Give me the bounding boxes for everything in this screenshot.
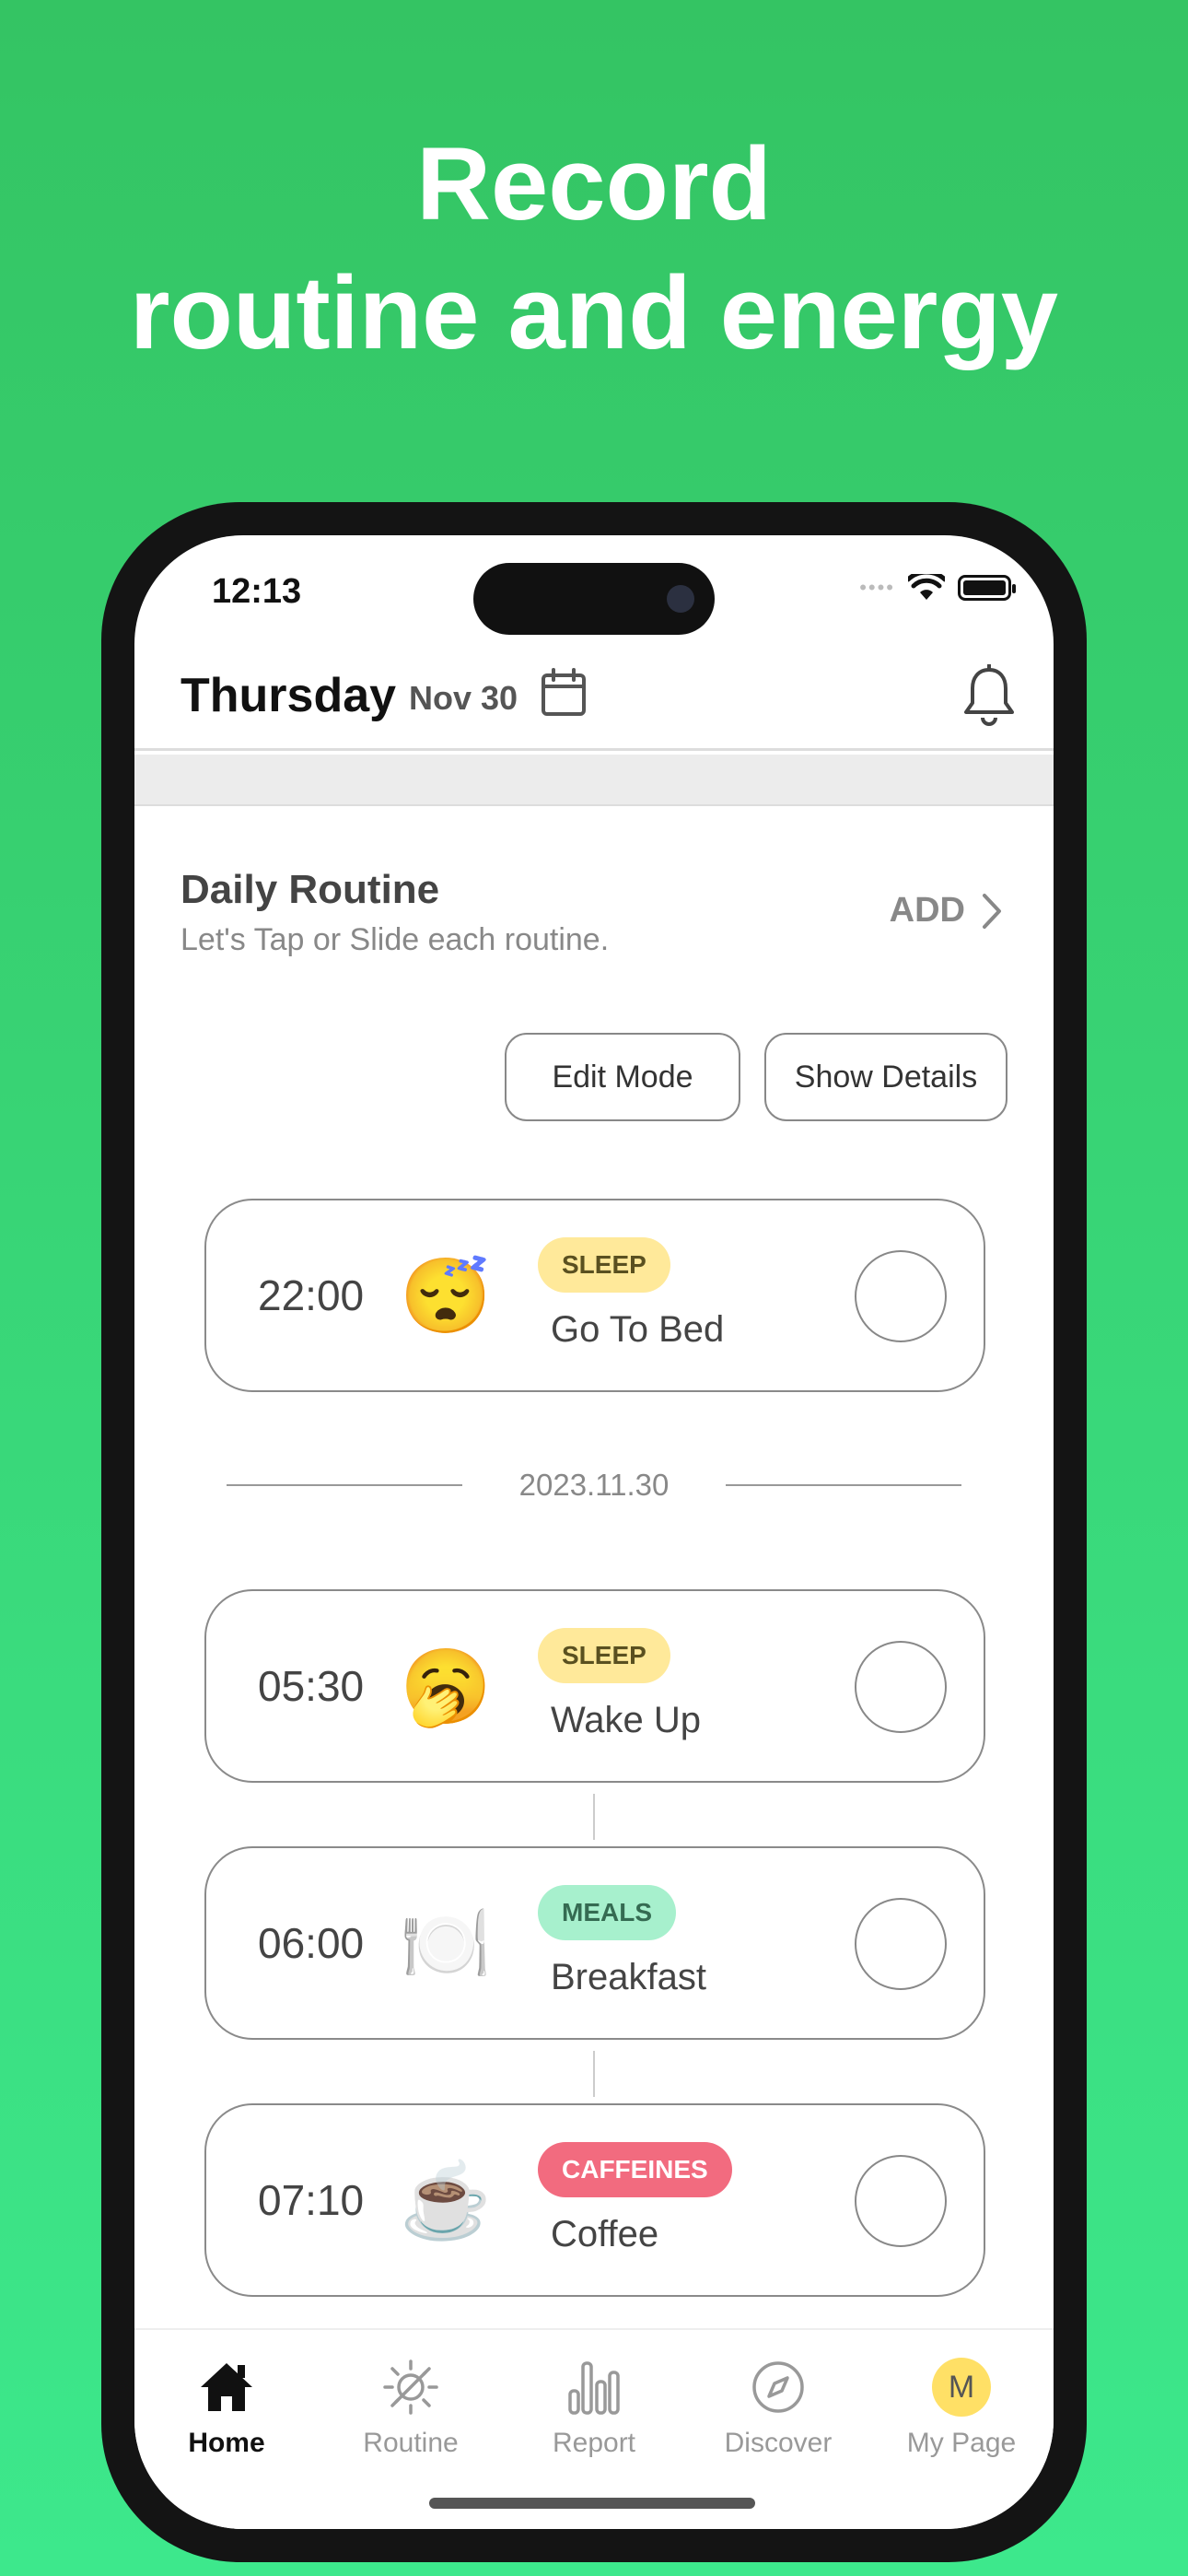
routine-name: Breakfast (551, 1957, 706, 1997)
wifi-icon (908, 574, 945, 600)
headline-line-2: routine and energy (129, 255, 1059, 370)
home-indicator[interactable] (429, 2498, 755, 2509)
app-screen: 12:13 •••• Thursday Nov 30 Daily Routine… (134, 535, 1054, 2529)
compass-icon (752, 2361, 804, 2413)
routine-name: Coffee (551, 2214, 659, 2254)
headline: Record routine and energy (0, 120, 1188, 378)
tab-home[interactable]: Home (134, 2350, 319, 2459)
category-tag: SLEEP (538, 1628, 670, 1683)
dynamic-island (473, 563, 715, 635)
add-label: ADD (889, 891, 965, 930)
tab-my-page[interactable]: M My Page (869, 2350, 1054, 2459)
coffee-icon: ☕ (400, 2160, 492, 2242)
status-time: 12:13 (212, 572, 302, 611)
timeline-connector (593, 2051, 595, 2097)
section-title: Daily Routine (181, 867, 440, 912)
routine-name: Go To Bed (551, 1309, 725, 1350)
yawning-face-icon: 🥱 (400, 1645, 492, 1727)
bell-icon[interactable] (961, 664, 1017, 727)
calendar-icon[interactable] (540, 668, 588, 718)
tab-report[interactable]: Report (502, 2350, 686, 2459)
timeline-connector (593, 1794, 595, 1840)
add-routine-button[interactable]: ADD (890, 891, 1002, 931)
routine-time: 22:00 (258, 1271, 365, 1319)
tab-label: Home (188, 2428, 265, 2458)
status-bar: 12:13 •••• (134, 535, 1054, 646)
routine-card[interactable]: 06:00 🍽️ MEALS Breakfast (204, 1846, 985, 2040)
section-subtitle: Let's Tap or Slide each routine. (181, 922, 610, 957)
show-details-button[interactable]: Show Details (764, 1033, 1007, 1121)
complete-checkbox[interactable] (855, 1641, 947, 1733)
tab-routine[interactable]: Routine (319, 2350, 503, 2459)
tab-label: Routine (363, 2428, 459, 2458)
tab-label: My Page (906, 2428, 1017, 2458)
complete-checkbox[interactable] (855, 1250, 947, 1342)
day-title: Thursday (181, 669, 397, 722)
edit-mode-button[interactable]: Edit Mode (505, 1033, 740, 1121)
date-divider: 2023.11.30 (227, 1466, 961, 1503)
bar-chart-icon (568, 2361, 620, 2415)
gray-banner (134, 755, 1054, 806)
battery-icon (958, 575, 1016, 601)
category-tag: SLEEP (538, 1237, 670, 1293)
tab-label: Report (552, 2428, 636, 2458)
routine-time: 06:00 (258, 1919, 365, 1967)
sleeping-face-icon: 😴 (400, 1255, 492, 1337)
tab-label: Discover (724, 2428, 833, 2458)
routine-icon (383, 2359, 438, 2415)
routine-time: 05:30 (258, 1662, 365, 1710)
complete-checkbox[interactable] (855, 2155, 947, 2247)
routine-card[interactable]: 05:30 🥱 SLEEP Wake Up (204, 1589, 985, 1783)
routine-card[interactable]: 22:00 😴 SLEEP Go To Bed (204, 1199, 985, 1392)
date-label[interactable]: Nov 30 (409, 679, 518, 718)
status-icons: •••• (859, 574, 1016, 602)
routine-card[interactable]: 07:10 ☕ CAFFEINES Coffee (204, 2103, 985, 2297)
category-tag: MEALS (538, 1885, 676, 1940)
routine-name: Wake Up (551, 1700, 702, 1740)
headline-line-1: Record (416, 126, 772, 241)
chevron-right-icon (983, 893, 1001, 929)
tab-discover[interactable]: Discover (686, 2350, 870, 2459)
avatar: M (932, 2358, 991, 2417)
complete-checkbox[interactable] (855, 1898, 947, 1990)
home-icon (201, 2363, 252, 2411)
category-tag: CAFFEINES (538, 2142, 732, 2197)
plate-icon: 🍽️ (400, 1903, 492, 1985)
signal-icon: •••• (859, 576, 895, 599)
app-header: Thursday Nov 30 (134, 646, 1054, 751)
routine-time: 07:10 (258, 2176, 365, 2224)
camera-icon (667, 585, 694, 613)
